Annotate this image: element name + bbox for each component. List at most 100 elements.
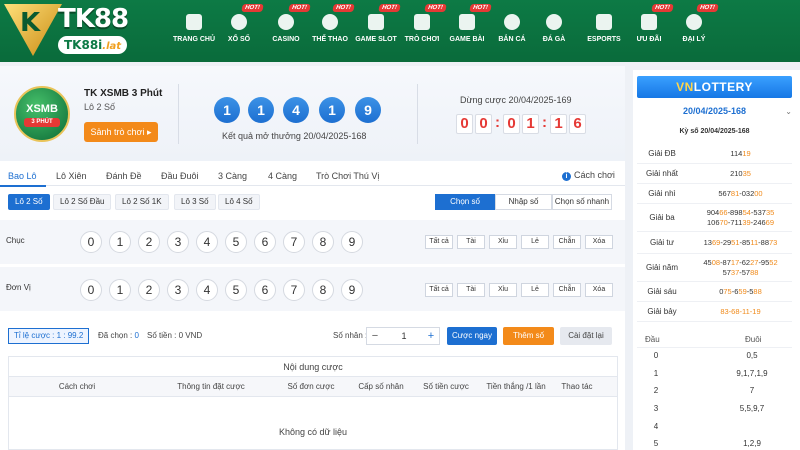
nav-home[interactable]: TRANG CHỦ (170, 14, 218, 43)
prize-value: 4508-8717-6227-9552 5737-5788 (703, 258, 778, 277)
number-ball[interactable]: 5 (225, 279, 247, 301)
subtab-lo-3-so[interactable]: Lô 3 Số (174, 194, 216, 210)
clear-button[interactable]: Xóa (585, 235, 613, 249)
tab-fun-games[interactable]: Trò Chơi Thú Vị (316, 166, 379, 186)
draw-period-label: Kỳ số 20/04/2025-168 (679, 128, 750, 135)
head-digit: 0 (653, 351, 659, 360)
tab-3-cang[interactable]: 3 Càng (218, 166, 247, 186)
head-tail-row: 3 5,5,9,7 (637, 404, 792, 422)
head-digit: 1 (653, 369, 659, 378)
how-to-play-link[interactable]: i Cách chơi (562, 170, 615, 181)
divider (417, 84, 418, 144)
tab-danh-de[interactable]: Đánh Đề (106, 166, 142, 186)
bet-amount: Số tiền : 0 VND (147, 331, 203, 340)
select-big-button[interactable]: Tài (457, 283, 485, 297)
select-small-button[interactable]: Xỉu (489, 235, 517, 249)
number-ball[interactable]: 1 (109, 279, 131, 301)
soccer-ball-icon (322, 14, 338, 30)
tab-bao-lo[interactable]: Bao Lô (8, 166, 37, 186)
nav-esports[interactable]: ESPORTS (580, 14, 628, 43)
select-odd-button[interactable]: Lẻ (521, 235, 549, 249)
bet-now-button[interactable]: Cược ngay (447, 327, 497, 345)
number-ball[interactable]: 9 (341, 231, 363, 253)
select-small-button[interactable]: Xỉu (489, 283, 517, 297)
logo-domain: TK88i.lat (58, 36, 128, 54)
nav-fishing[interactable]: BẮN CÁ (488, 14, 536, 43)
decrease-button[interactable]: − (367, 328, 383, 344)
tail-digits: 1,2,9 (743, 439, 761, 448)
number-ball[interactable]: 6 (254, 279, 276, 301)
brand-logo[interactable]: K TK88 TK88i.lat (0, 0, 160, 62)
head-digit: 3 (653, 404, 659, 413)
bet-bar: Tỉ lệ cược : 1 : 99.2 Đã chọn : 0 Số tiề… (0, 318, 625, 352)
mode-choose-number[interactable]: Chọn số (435, 194, 495, 210)
number-ball[interactable]: 2 (138, 279, 160, 301)
subtab-lo-4-so[interactable]: Lô 4 Số (218, 194, 260, 210)
number-ball[interactable]: 3 (167, 279, 189, 301)
clear-button[interactable]: Xóa (585, 283, 613, 297)
subtab-lo-2-so-dau[interactable]: Lô 2 Số Đầu (53, 194, 112, 210)
game-subtitle: Lô 2 Số (84, 102, 116, 112)
select-all-button[interactable]: Tất cả (425, 235, 453, 249)
nav-sports[interactable]: HOT! THỂ THAO (306, 4, 355, 43)
number-ball[interactable]: 0 (80, 279, 102, 301)
main-panel: XSMB 3 PHÚT TK XSMB 3 Phút Lô 2 Số Sảnh t… (0, 66, 625, 450)
prize-label: Giải sáu (647, 287, 677, 296)
multiplier-input[interactable]: 1 (383, 328, 425, 344)
select-even-button[interactable]: Chẵn (553, 283, 581, 297)
nav-promotions[interactable]: HOT! ƯU ĐÃI (625, 4, 674, 43)
number-ball[interactable]: 4 (196, 279, 218, 301)
game-header: XSMB 3 PHÚT TK XSMB 3 Phút Lô 2 Số Sảnh t… (0, 66, 625, 161)
number-ball[interactable]: 4 (196, 231, 218, 253)
gamepad-icon (596, 14, 612, 30)
add-number-button[interactable]: Thêm số (503, 327, 554, 345)
mode-quick-choose[interactable]: Chọn số nhanh (552, 194, 612, 210)
select-odd-button[interactable]: Lẻ (521, 283, 549, 297)
multiplier-stepper: − 1 + (366, 327, 440, 345)
prize-label: Giải tư (649, 238, 675, 247)
nav-cards[interactable]: HOT! GAME BÀI (443, 4, 492, 43)
prize-value: 075-659-588 (719, 287, 762, 296)
head-digit: 2 (653, 386, 659, 395)
increase-button[interactable]: + (423, 328, 439, 344)
nav-agent[interactable]: HOT! ĐẠI LÝ (670, 4, 719, 43)
prize-row: Giải nhất 21035 (637, 164, 792, 184)
number-row-units: Đơn Vị 0 1 2 3 4 5 6 7 8 9 Tất cả Tài Xỉ… (0, 267, 625, 311)
tab-lo-xien[interactable]: Lô Xiên (56, 166, 87, 186)
nav-games[interactable]: HOT! TRÒ CHƠI (398, 4, 447, 43)
nav-lottery[interactable]: HOT! XỔ SỐ (215, 4, 264, 43)
number-ball[interactable]: 0 (80, 231, 102, 253)
draw-date-select[interactable]: 20/04/2025-168 (637, 106, 792, 122)
select-big-button[interactable]: Tài (457, 235, 485, 249)
tab-dau-duoi[interactable]: Đầu Đuôi (161, 166, 199, 186)
column-header: Tiền thắng /1 lần (486, 382, 546, 391)
prize-label: Giải năm (645, 263, 678, 272)
number-ball[interactable]: 8 (312, 231, 334, 253)
subtab-lo-2-so-1k[interactable]: Lô 2 Số 1K (115, 194, 169, 210)
select-even-button[interactable]: Chẵn (553, 235, 581, 249)
number-ball[interactable]: 6 (254, 231, 276, 253)
subtab-lo-2-so[interactable]: Lô 2 Số (8, 194, 50, 210)
mode-input-number[interactable]: Nhập số (495, 194, 552, 210)
number-row-tens: Chục 0 1 2 3 4 5 6 7 8 9 Tất cả Tài Xỉu … (0, 220, 625, 264)
column-header: Cấp số nhân (358, 382, 404, 391)
number-ball[interactable]: 7 (283, 279, 305, 301)
nav-cockfight[interactable]: ĐÁ GÀ (530, 14, 578, 43)
number-ball[interactable]: 5 (225, 231, 247, 253)
select-all-button[interactable]: Tất cả (425, 283, 453, 297)
number-ball[interactable]: 1 (109, 231, 131, 253)
lobby-button[interactable]: Sảnh trò chơi ▸ (84, 122, 158, 142)
nav-casino[interactable]: HOT! CASINO (262, 4, 311, 43)
home-icon (186, 14, 202, 30)
number-ball[interactable]: 9 (341, 279, 363, 301)
nav-slot[interactable]: HOT! GAME SLOT (352, 4, 401, 43)
number-ball[interactable]: 3 (167, 231, 189, 253)
game-title: TK XSMB 3 Phút (84, 88, 163, 99)
tab-4-cang[interactable]: 4 Càng (268, 166, 297, 186)
number-ball[interactable]: 7 (283, 231, 305, 253)
prize-value: 1369-2951-8511-8873 (703, 238, 778, 247)
number-ball[interactable]: 8 (312, 279, 334, 301)
chevron-down-icon[interactable]: ⌄ (785, 107, 792, 116)
reset-button[interactable]: Cài đặt lại (560, 327, 612, 345)
number-ball[interactable]: 2 (138, 231, 160, 253)
